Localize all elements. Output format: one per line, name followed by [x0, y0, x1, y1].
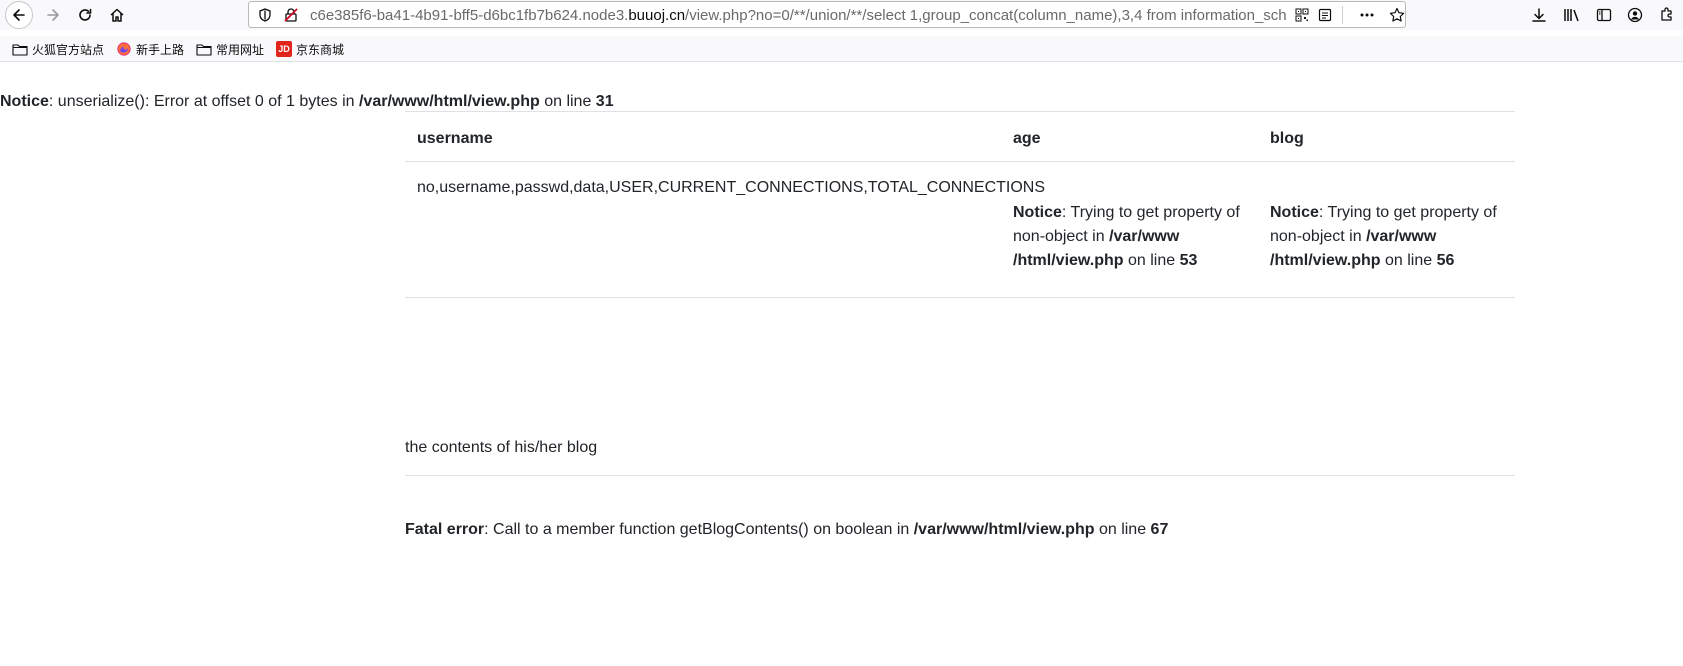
forward-arrow-icon: [45, 7, 61, 23]
notice-label: Notice: [1270, 204, 1319, 221]
table-cell-username: no,username,passwd,data,USER,CURRENT_CON…: [417, 179, 1046, 196]
reload-icon: [77, 7, 93, 23]
table-cell-age-notice: Notice: Trying to get property of non-ob…: [1013, 201, 1253, 273]
notice-line-number: 53: [1179, 252, 1198, 269]
url-bar-divider: [1342, 6, 1343, 24]
bookmark-label: 新手上路: [136, 42, 185, 57]
reload-button[interactable]: [70, 0, 100, 30]
table-cell-blog-notice: Notice: Trying to get property of non-ob…: [1270, 201, 1510, 273]
notice-on-line: on line: [1123, 252, 1180, 269]
extensions-icon[interactable]: [1658, 7, 1676, 23]
notice-on-line: on line: [539, 93, 596, 110]
notice-line-number: 31: [595, 93, 614, 110]
table-header-blog: blog: [1270, 130, 1304, 147]
bookmark-label: 火狐官方站点: [32, 42, 105, 57]
table-header-age: age: [1013, 130, 1041, 147]
back-button[interactable]: [4, 0, 34, 30]
table-header-border: [405, 161, 1515, 162]
folder-icon: [12, 42, 28, 56]
bookmark-common-sites[interactable]: 常用网址: [196, 40, 264, 58]
url-bar[interactable]: c6e385f6-ba41-4b91-bff5-d6bc1fb7b624.nod…: [248, 1, 1406, 28]
library-icon[interactable]: [1563, 7, 1581, 23]
folder-icon: [196, 42, 212, 56]
reader-view-icon[interactable]: [1317, 7, 1333, 23]
bookmark-star-icon[interactable]: [1389, 7, 1405, 23]
back-arrow-icon: [5, 1, 33, 29]
notice-on-line: on line: [1380, 252, 1437, 269]
blog-divider: [405, 475, 1515, 476]
url-path: /view.php?no=0/**/union/**/select 1,grou…: [685, 7, 1287, 24]
notice-file: /var/www/html/view.php: [358, 93, 540, 110]
jd-icon: JD: [276, 41, 292, 57]
tracking-protection-shield-icon[interactable]: [257, 7, 273, 23]
notice-label: Notice: [1013, 204, 1062, 221]
fatal-error-label: Fatal error: [405, 521, 485, 538]
bookmarks-toolbar: 火狐官方站点 新手上路 常用网址 JD 京东商城: [0, 36, 1683, 62]
bookmark-label: 京东商城: [296, 42, 345, 57]
bookmark-jd-mall[interactable]: JD 京东商城: [276, 40, 344, 58]
home-icon: [109, 7, 125, 23]
sidebar-toggle-icon[interactable]: [1595, 7, 1613, 23]
fatal-error-line-number: 67: [1150, 521, 1169, 538]
jd-logo: JD: [276, 41, 292, 57]
insecure-connection-icon[interactable]: [283, 7, 299, 23]
page-content: Notice: unserialize(): Error at offset 0…: [0, 62, 1683, 666]
downloads-icon[interactable]: [1530, 7, 1548, 23]
firefox-icon: [116, 42, 132, 56]
table-header-username: username: [417, 130, 493, 147]
more-actions-icon[interactable]: [1359, 7, 1375, 23]
bookmark-firefox-official-site[interactable]: 火狐官方站点: [12, 40, 104, 58]
php-notice-unserialize: Notice: unserialize(): Error at offset 0…: [0, 92, 614, 112]
browser-toolbar: c6e385f6-ba41-4b91-bff5-d6bc1fb7b624.nod…: [0, 0, 1683, 30]
bookmark-getting-started[interactable]: 新手上路: [116, 40, 184, 58]
notice-message: : unserialize(): Error at offset 0 of 1 …: [48, 93, 359, 110]
table-top-border: [405, 111, 1515, 112]
fatal-error-on-line: on line: [1094, 521, 1151, 538]
notice-label: Notice: [0, 93, 49, 110]
url-text[interactable]: c6e385f6-ba41-4b91-bff5-d6bc1fb7b624.nod…: [310, 7, 1290, 24]
url-domain: buuoj.cn: [628, 7, 686, 24]
notice-line-number: 56: [1436, 252, 1455, 269]
forward-button[interactable]: [38, 0, 68, 30]
table-bottom-border: [405, 297, 1515, 298]
fatal-error-file: /var/www/html/view.php: [913, 521, 1095, 538]
php-fatal-error: Fatal error: Call to a member function g…: [405, 520, 1168, 540]
qr-code-icon[interactable]: [1294, 7, 1310, 23]
bookmark-label: 常用网址: [216, 42, 265, 57]
blog-contents-text: the contents of his/her blog: [405, 439, 598, 456]
account-icon[interactable]: [1626, 7, 1644, 23]
url-prefix: c6e385f6-ba41-4b91-bff5-d6bc1fb7b624.nod…: [310, 7, 629, 24]
fatal-error-message: : Call to a member function getBlogConte…: [484, 521, 914, 538]
home-button[interactable]: [102, 0, 132, 30]
